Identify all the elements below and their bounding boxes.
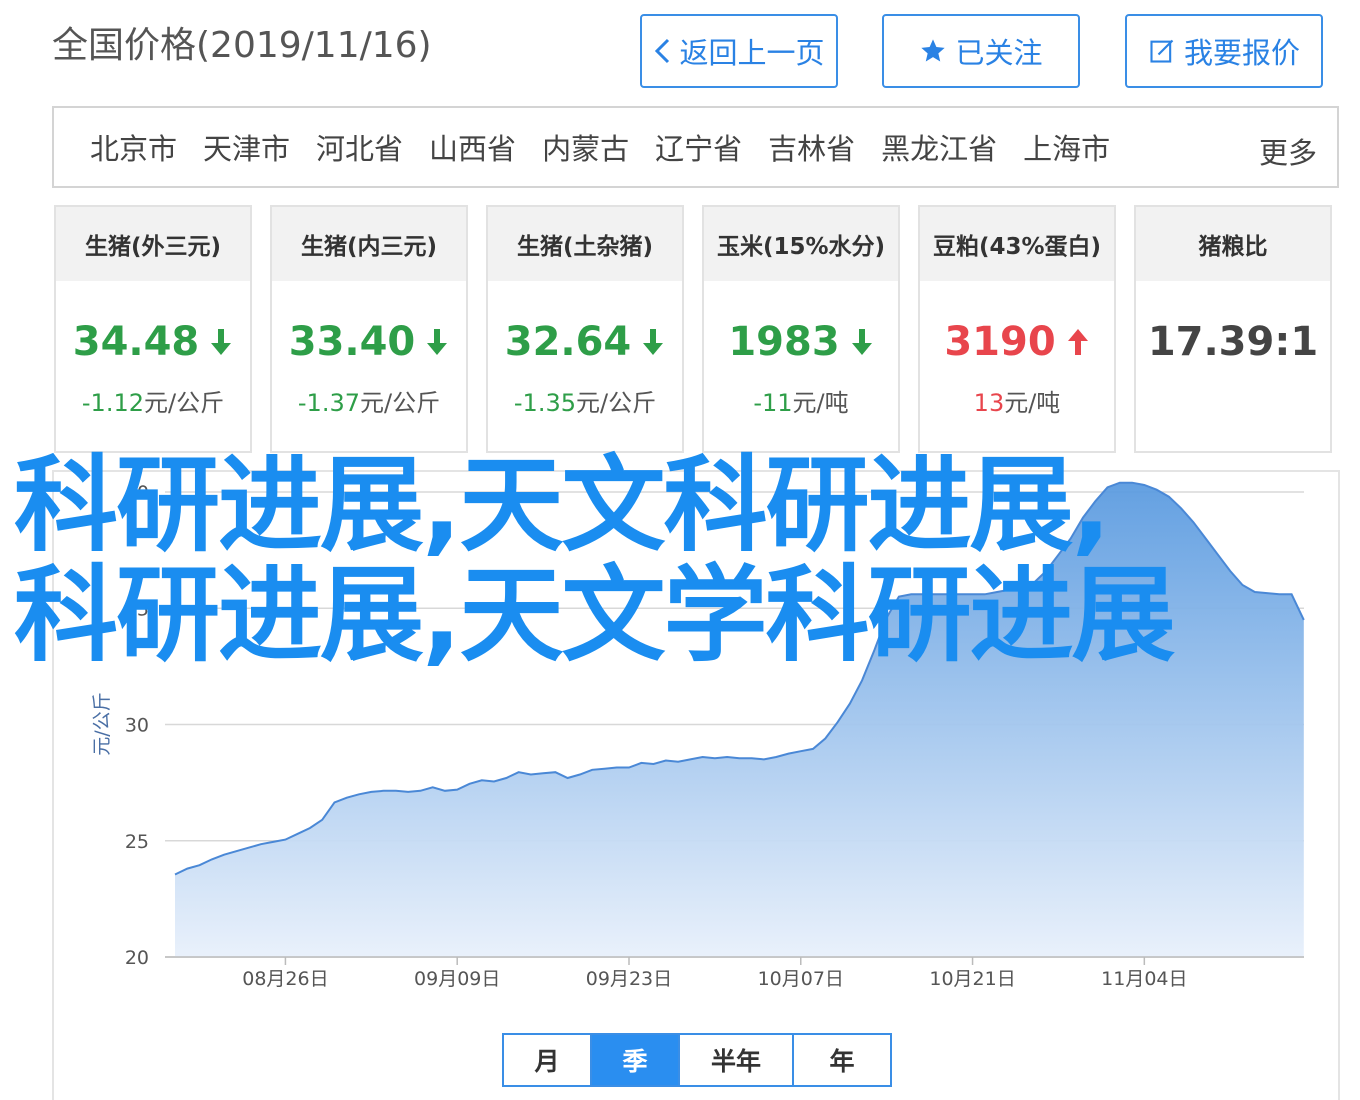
chevron-left-icon [653,38,671,64]
x-tick-label: 08月26日 [242,968,328,990]
region-list: 北京市 天津市 河北省 山西省 内蒙古 辽宁省 吉林省 黑龙江省 上海市 [90,108,1136,186]
x-tick-label: 11月04日 [1101,968,1187,990]
report-price-button-label: 我要报价 [1183,38,1300,70]
region-item[interactable]: 吉林省 [768,126,855,168]
arrow-down-icon [425,327,449,357]
card-price-row: 33.40 [272,319,466,365]
card-change-unit: 元/公斤 [144,389,225,417]
region-item[interactable]: 内蒙古 [542,126,629,168]
card-change-unit: 元/公斤 [576,389,657,417]
card-title: 玉米(15%水分) [704,207,898,281]
card-change-value: -11 [753,389,793,417]
price-card[interactable]: 生猪(内三元) 33.40 -1.37元/公斤 [270,205,468,453]
x-tick-label: 10月07日 [758,968,844,990]
price-card[interactable]: 生猪(外三元) 34.48 -1.12元/公斤 [54,205,252,453]
x-tick-label: 09月09日 [414,968,500,990]
card-change: -1.12元/公斤 [56,383,250,418]
period-tabs: 月季半年年 [502,1033,892,1087]
region-more-link[interactable]: 更多 [1259,130,1317,172]
card-title: 豆粕(43%蛋白) [920,207,1114,281]
edit-icon [1148,37,1176,65]
card-price: 32.64 [504,319,632,365]
region-nav: 北京市 天津市 河北省 山西省 内蒙古 辽宁省 吉林省 黑龙江省 上海市 更多 [52,106,1339,188]
card-price-row: 34.48 [56,319,250,365]
arrow-down-icon [641,327,665,357]
x-tick-label: 09月23日 [586,968,672,990]
card-change-unit: 元/吨 [792,389,849,417]
card-title: 生猪(土杂猪) [488,207,682,281]
y-tick-label: 40 [125,482,149,504]
price-chart-panel: 20 25 30 35 40 08月26日 09月09日 09月23日 10月07日 10月21日… [52,470,1340,1100]
card-change: 13元/吨 [920,383,1114,418]
region-item[interactable]: 黑龙江省 [881,126,997,168]
back-button-label: 返回上一页 [679,38,825,70]
page-title: 全国价格(2019/11/16) [52,25,432,66]
card-change-value: -1.12 [81,389,144,417]
price-cards: 生猪(外三元) 34.48 -1.12元/公斤 生猪(内三元) 33.40 -1.37元/… [54,205,1334,453]
region-item[interactable]: 北京市 [90,126,177,168]
report-price-button[interactable]: 我要报价 [1125,14,1323,88]
follow-button[interactable]: 已关注 [882,14,1080,88]
region-item[interactable]: 山西省 [429,126,516,168]
price-card[interactable]: 豆粕(43%蛋白) 3190 13元/吨 [918,205,1116,453]
card-price-row: 1983 [704,319,898,365]
card-change: -1.37元/公斤 [272,383,466,418]
arrow-down-icon [850,327,874,357]
card-change-unit: 元/吨 [1004,389,1061,417]
star-icon [919,37,947,65]
period-tab[interactable]: 半年 [680,1035,794,1085]
period-tab[interactable]: 季 [592,1035,680,1085]
y-tick-label: 35 [125,598,149,620]
card-price-row: 32.64 [488,319,682,365]
price-card[interactable]: 生猪(土杂猪) 32.64 -1.35元/公斤 [486,205,684,453]
period-tab[interactable]: 月 [504,1035,592,1085]
card-change-value: 13 [973,389,1005,417]
card-price-row: 17.39:1 [1136,319,1330,365]
card-title: 猪粮比 [1136,207,1330,281]
card-change-value: -1.37 [297,389,360,417]
y-tick-label: 30 [125,715,149,737]
price-card[interactable]: 玉米(15%水分) 1983 -11元/吨 [702,205,900,453]
y-axis-label: 元/公斤 [91,692,113,755]
region-item[interactable]: 河北省 [316,126,403,168]
back-button[interactable]: 返回上一页 [640,14,838,88]
follow-button-label: 已关注 [955,38,1043,70]
period-tab[interactable]: 年 [794,1035,890,1085]
price-area-chart: 20 25 30 35 40 08月26日 09月09日 09月23日 10月07日 10月21日… [91,481,1305,990]
card-change: -1.35元/公斤 [488,383,682,418]
card-price: 34.48 [72,319,200,365]
price-area [175,482,1304,957]
card-price: 3190 [944,319,1056,365]
region-item[interactable]: 辽宁省 [655,126,742,168]
card-price: 33.40 [288,319,416,365]
arrow-down-icon [209,327,233,357]
card-change: -11元/吨 [704,383,898,418]
region-item[interactable]: 天津市 [203,126,290,168]
region-item[interactable]: 上海市 [1023,126,1110,168]
arrow-up-icon [1066,327,1090,357]
y-tick-label: 20 [125,947,149,969]
price-card[interactable]: 猪粮比 17.39:1 [1134,205,1332,453]
x-tick-label: 10月21日 [929,968,1015,990]
card-change-value: -1.35 [513,389,576,417]
card-change-unit: 元/公斤 [360,389,441,417]
y-tick-label: 25 [125,831,149,853]
card-price: 17.39:1 [1147,319,1319,365]
card-price-row: 3190 [920,319,1114,365]
card-title: 生猪(外三元) [56,207,250,281]
card-price: 1983 [728,319,840,365]
card-title: 生猪(内三元) [272,207,466,281]
